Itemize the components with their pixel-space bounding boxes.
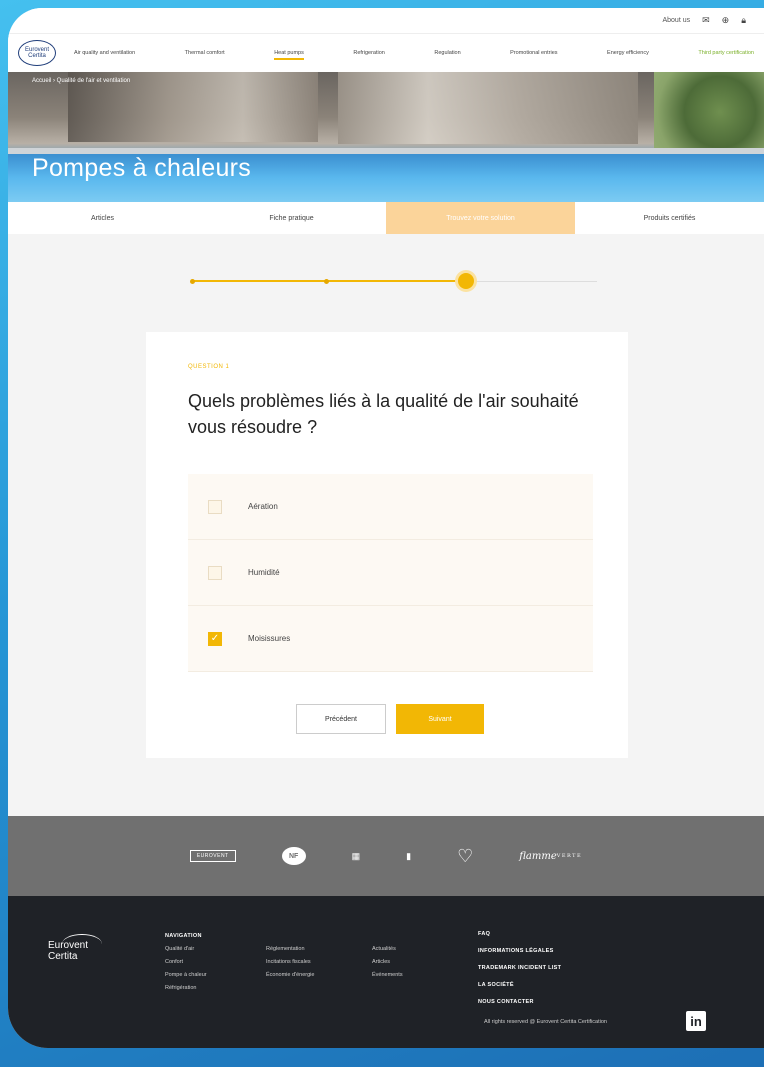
nav-item-promotional[interactable]: Promotional entries [506,50,561,56]
page-title: Pompes à chaleurs [32,154,252,182]
hero-banner: Accueil › Qualité de l'air et ventilatio… [8,72,764,202]
checkbox[interactable] [208,499,222,514]
main-nav: Eurovent Certita Air quality and ventilat… [8,34,764,72]
quiz-card: QUESTION 1 Quels problèmes liés à la qua… [146,332,628,758]
copyright-text: All rights reserved @ Eurovent Certita C… [484,1019,607,1025]
partner-logo-building-icon[interactable]: ▦ [352,851,361,862]
partner-logo-flamme-verte[interactable]: flamme VERTE [519,851,582,861]
question-text: Quels problèmes liés à la qualité de l'a… [188,391,579,437]
question-number: QUESTION 1 [188,364,230,370]
site-footer: Eurovent Certita NAVIGATION Qualité d'air… [8,896,764,1048]
language-icon[interactable]: ⊕ [722,15,730,26]
partner-logo-nf[interactable]: NF [281,847,306,865]
answer-options: Aération Humidité ✓ Moisissures [188,474,593,672]
nav-item-air-quality[interactable]: Air quality and ventilation [70,50,139,56]
check-icon: ✓ [210,632,220,644]
lock-icon[interactable]: 🔒︎ [741,15,746,26]
footer-nav-heading: NAVIGATION [165,933,202,939]
checkbox-checked[interactable]: ✓ [208,631,222,646]
mail-icon[interactable]: ✉ [702,15,710,26]
footer-link[interactable]: Économie d'énergie [266,969,314,982]
footer-link-faq[interactable]: FAQ [478,926,561,943]
option-moisissures[interactable]: ✓ Moisissures [188,606,593,672]
partner-logo-eurovent[interactable]: EUROVENT [189,850,236,862]
footer-nav-col-3: Actualités Articles Événements [372,943,403,982]
option-label: Humidité [248,568,280,577]
option-label: Moisissures [248,634,291,643]
section-tabs: Articles Fiche pratique Trouvez votre so… [8,202,764,234]
partner-logo-heart-icon[interactable]: ♡ [457,846,473,867]
tab-produits-certifies[interactable]: Produits certifiés [575,202,764,234]
partner-logos: EUROVENT NF ▦ ▮ ♡ flamme VERTE [8,816,764,896]
footer-links: FAQ INFORMATIONS LÉGALES TRADEMARK INCID… [478,926,561,1011]
footer-link-contact[interactable]: NOUS CONTACTER [478,994,561,1011]
utility-bar: About us ✉ ⊕ 🔒︎ [8,8,764,34]
footer-nav-col-2: Réglementation Incitations fiscales Écon… [266,943,314,982]
tab-trouvez-solution[interactable]: Trouvez votre solution [386,202,575,234]
checkbox[interactable] [208,565,222,580]
partner-logo-bottle-icon[interactable]: ▮ [406,851,411,862]
tab-articles[interactable]: Articles [8,202,197,234]
footer-link[interactable]: Actualités [372,943,403,956]
footer-link[interactable]: Réglementation [266,943,314,956]
previous-button[interactable]: Précédent [296,704,386,734]
footer-link[interactable]: Pompe à chaleur [165,969,207,982]
about-link[interactable]: About us [662,17,690,24]
option-label: Aération [248,502,278,511]
option-humidite[interactable]: Humidité [188,540,593,606]
breadcrumb[interactable]: Accueil › Qualité de l'air et ventilatio… [32,78,130,84]
progress-step-1 [190,278,195,284]
footer-link-legal[interactable]: INFORMATIONS LÉGALES [478,943,561,960]
option-aeration[interactable]: Aération [188,474,593,540]
browser-viewport: About us ✉ ⊕ 🔒︎ Eurovent Certita Air qual… [8,8,764,1048]
footer-link-company[interactable]: LA SOCIÉTÉ [478,977,561,994]
quiz-progress [8,234,764,330]
progress-step-2 [324,278,329,284]
site-logo[interactable]: Eurovent Certita [18,40,56,66]
nav-item-thermal-comfort[interactable]: Thermal comfort [181,50,229,56]
footer-logo[interactable]: Eurovent Certita [48,934,110,980]
footer-link[interactable]: Articles [372,956,403,969]
nav-item-regulation[interactable]: Regulation [430,50,464,56]
footer-link[interactable]: Événements [372,969,403,982]
nav-item-heat-pumps[interactable]: Heat pumps [270,50,308,60]
footer-link[interactable]: Confort [165,956,207,969]
footer-nav-col-1: NAVIGATION Qualité d'air Confort Pompe à… [165,930,207,995]
footer-link[interactable]: Réfrigération [165,982,207,995]
footer-link[interactable]: Incitations fiscales [266,956,314,969]
footer-link[interactable]: Qualité d'air [165,943,207,956]
tab-fiche-pratique[interactable]: Fiche pratique [197,202,386,234]
nav-item-certification[interactable]: Third party certification [694,50,758,56]
linkedin-icon[interactable]: in [686,1011,706,1031]
next-button[interactable]: Suivant [396,704,484,734]
footer-link-trademark[interactable]: TRADEMARK INCIDENT LIST [478,960,561,977]
progress-step-current [458,273,474,289]
nav-item-energy-efficiency[interactable]: Energy efficiency [603,50,653,56]
nav-item-refrigeration[interactable]: Refrigeration [349,50,389,56]
progress-fill [192,280,467,282]
